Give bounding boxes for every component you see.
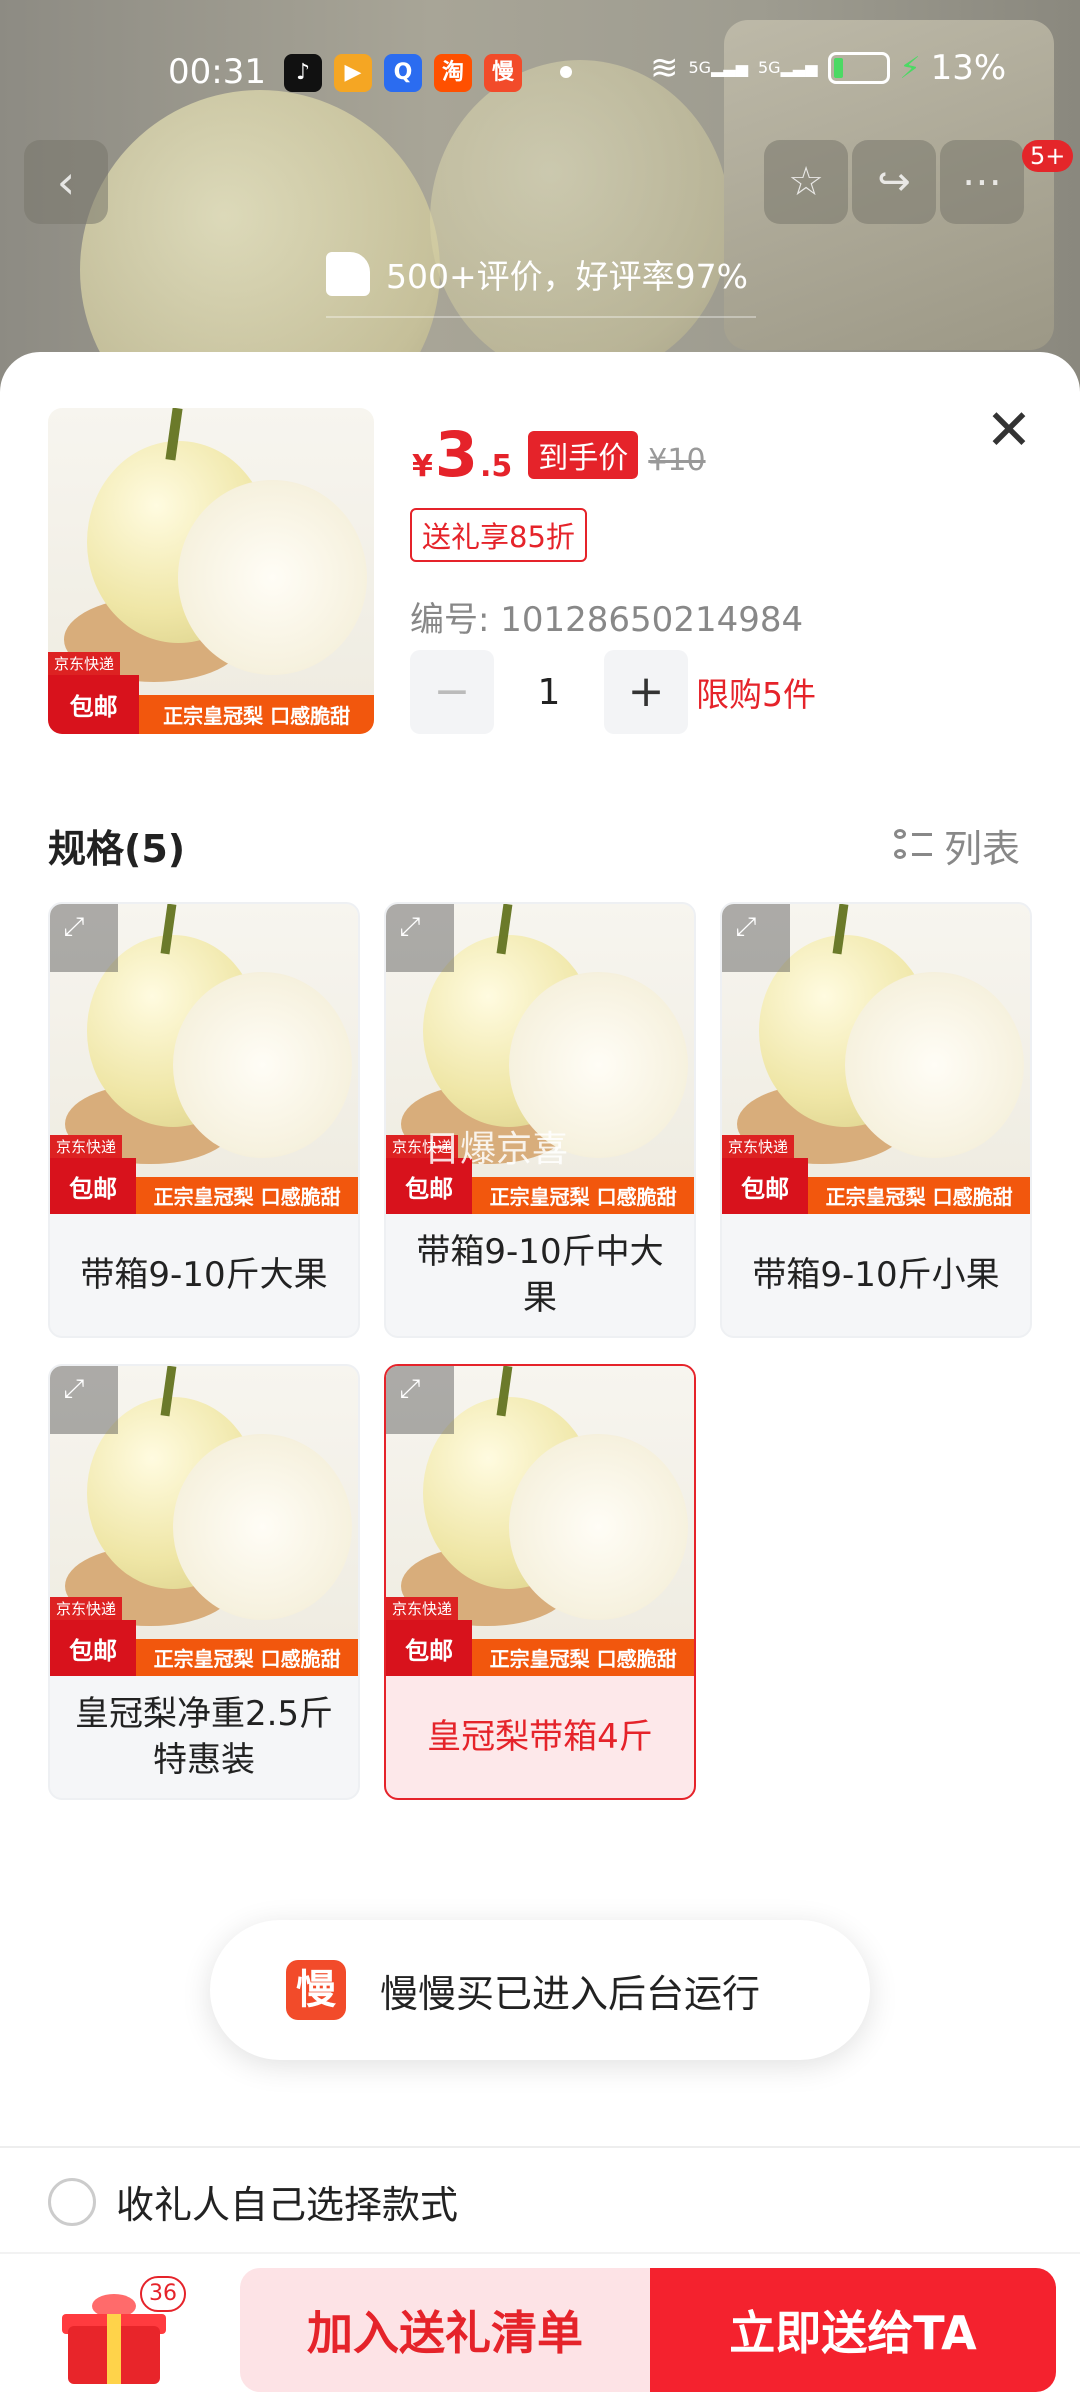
rating-text: 500+评价，好评率97%	[386, 257, 748, 296]
back-icon[interactable]: ‹	[24, 140, 108, 224]
expand-icon[interactable]	[722, 904, 790, 973]
more-icon[interactable]: ⋯	[940, 140, 1024, 224]
free-shipping-tag: 包邮	[722, 1158, 809, 1214]
express-tag: 京东快递	[722, 1135, 795, 1159]
spec-option-label: 带箱9-10斤小果	[752, 1255, 1000, 1295]
recipient-choose-label: 收礼人自己选择款式	[116, 2183, 459, 2227]
list-icon	[894, 827, 932, 865]
spec-option[interactable]: 京东快递包邮正宗皇冠梨 口感脆甜 带箱9-10斤小果	[720, 902, 1032, 1338]
close-icon[interactable]: ✕	[982, 403, 1036, 459]
expand-icon[interactable]	[386, 904, 454, 973]
battery-percent: 13%	[930, 48, 1007, 88]
quantity-stepper: − 1 + 限购5件	[410, 650, 816, 734]
original-price: ¥10	[648, 443, 706, 478]
favorite-star-icon[interactable]: ☆	[764, 140, 848, 224]
douyin-icon: ♪	[284, 54, 322, 92]
gift-discount-badge: 送礼享85折	[410, 508, 587, 562]
recipient-choose-option[interactable]: 收礼人自己选择款式	[48, 2174, 458, 2229]
gift-count-badge: 36	[140, 2276, 186, 2312]
final-price-label: 到手价	[528, 431, 639, 479]
expand-icon[interactable]	[50, 904, 118, 973]
spec-title: 规格(5)	[48, 827, 186, 871]
price-row: ¥ 3 .5 到手价 ¥10	[412, 418, 706, 491]
product-banner: 正宗皇冠梨 口感脆甜	[472, 1176, 694, 1214]
sku-number: 编号: 10128650214984	[410, 600, 804, 640]
spec-option-label: 带箱9-10斤大果	[80, 1255, 328, 1295]
currency-symbol: ¥	[412, 449, 433, 484]
divider	[0, 2252, 1080, 2254]
spec-option[interactable]: 京东快递包邮正宗皇冠梨 口感脆甜 带箱9-10斤大果	[48, 902, 360, 1338]
background-pear-image	[430, 60, 730, 380]
spec-option-label: 皇冠梨净重2.5斤特惠装	[74, 1694, 334, 1780]
signal-5g-icon: 5G▂▃▅	[688, 58, 749, 77]
more-notifications-dot	[560, 66, 572, 78]
search-app-icon: Q	[384, 54, 422, 92]
divider	[0, 2146, 1080, 2148]
spec-option-label: 皇冠梨带箱4斤	[427, 1717, 653, 1757]
rating-summary: 500+评价，好评率97%	[326, 250, 748, 298]
video-app-icon: ▶	[334, 54, 372, 92]
list-view-toggle[interactable]: 列表	[894, 818, 1020, 873]
free-shipping-tag: 包邮	[48, 675, 140, 734]
spec-option-label: 带箱9-10斤中大果	[416, 1232, 664, 1318]
status-right: ≋ 5G▂▃▅ 5G▂▃▅ ⚡ 13%	[650, 48, 1006, 88]
battery-icon	[827, 52, 890, 84]
purchase-limit: 限购5件	[696, 675, 816, 714]
free-shipping-tag: 包邮	[50, 1620, 137, 1676]
wifi-icon: ≋	[650, 48, 679, 88]
rating-divider	[326, 316, 756, 318]
increase-button[interactable]: +	[604, 650, 688, 734]
toast-text: 慢慢买已进入后台运行	[380, 1971, 761, 2016]
watermark-text: 日爆京喜	[424, 1129, 569, 1170]
expand-icon[interactable]	[50, 1366, 118, 1435]
radio-button[interactable]	[48, 2177, 96, 2226]
manmanmai-icon: 慢	[484, 54, 522, 92]
price-integer: 3	[434, 418, 479, 491]
notification-icons: ♪ ▶ Q 淘 慢	[284, 54, 522, 92]
cart-badge: 5+	[1022, 140, 1074, 172]
free-shipping-tag: 包邮	[50, 1158, 137, 1214]
charging-icon: ⚡	[899, 50, 921, 86]
product-image[interactable]: 京东快递 包邮 正宗皇冠梨 口感脆甜	[48, 408, 374, 734]
spec-grid: 京东快递包邮正宗皇冠梨 口感脆甜 带箱9-10斤大果 京东快递包邮正宗皇冠梨 口…	[48, 902, 1032, 1800]
decrease-button[interactable]: −	[410, 650, 494, 734]
toast-notification: 慢 慢慢买已进入后台运行	[210, 1920, 870, 2060]
product-banner: 正宗皇冠梨 口感脆甜	[808, 1176, 1030, 1214]
expand-icon[interactable]	[386, 1366, 454, 1435]
list-view-label: 列表	[944, 827, 1021, 871]
quantity-value[interactable]: 1	[494, 672, 604, 713]
status-time: 00:31	[168, 52, 266, 92]
taobao-icon: 淘	[434, 54, 472, 92]
spec-option[interactable]: 京东快递包邮正宗皇冠梨 口感脆甜 皇冠梨净重2.5斤特惠装	[48, 1364, 360, 1800]
express-tag: 京东快递	[386, 1597, 459, 1621]
status-bar: 00:31 ♪ ▶ Q 淘 慢 ≋ 5G▂▃▅ 5G▂▃▅ ⚡ 13%	[0, 40, 1080, 106]
add-to-gift-list-button[interactable]: 加入送礼清单	[240, 2268, 650, 2392]
product-banner: 正宗皇冠梨 口感脆甜	[136, 1638, 358, 1676]
product-banner: 正宗皇冠梨 口感脆甜	[472, 1638, 694, 1676]
spec-option-selected[interactable]: 京东快递包邮正宗皇冠梨 口感脆甜 皇冠梨带箱4斤	[384, 1364, 696, 1800]
product-banner: 正宗皇冠梨 口感脆甜	[136, 1176, 358, 1214]
free-shipping-tag: 包邮	[386, 1620, 473, 1676]
send-now-button[interactable]: 立即送给TA	[650, 2268, 1056, 2392]
manmanmai-icon: 慢	[286, 1960, 346, 2020]
product-banner: 正宗皇冠梨 口感脆甜	[139, 694, 374, 734]
thumb-up-icon	[326, 252, 370, 296]
signal-5g-icon-2: 5G▂▃▅	[758, 58, 818, 77]
price-decimal: .5	[480, 449, 513, 484]
share-icon[interactable]: ↪	[852, 140, 936, 224]
express-tag: 京东快递	[48, 652, 121, 676]
express-tag: 京东快递	[50, 1597, 123, 1621]
express-tag: 京东快递	[50, 1135, 123, 1159]
